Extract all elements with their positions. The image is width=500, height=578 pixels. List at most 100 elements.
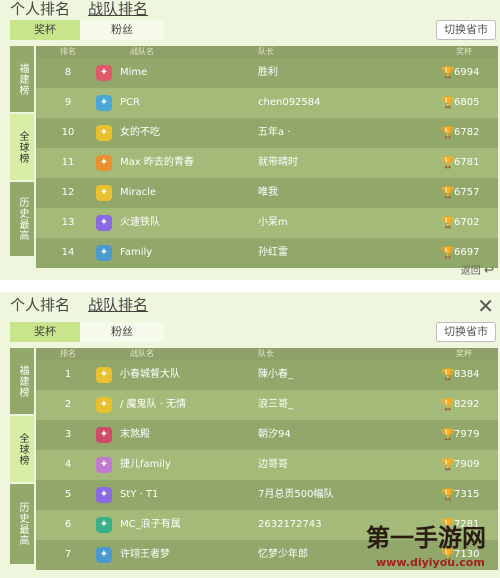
captain-cell: 胜利 bbox=[258, 67, 278, 78]
captain-cell: 边哥哥 bbox=[258, 459, 288, 470]
trophy-icon: 🏆 bbox=[441, 398, 455, 411]
table-row[interactable]: 1 ✦ 小春城督大队 陳小春_ 🏆 8384 bbox=[36, 360, 498, 390]
panel-divider bbox=[0, 280, 500, 292]
captain-cell: 2632172743 bbox=[258, 519, 322, 530]
table-row[interactable]: 11 ✦ Max 昨去的青春 就带晴时 🏆 6781 bbox=[36, 148, 498, 178]
col-rank: 排名 bbox=[60, 349, 76, 358]
col-captain: 队长 bbox=[258, 349, 274, 358]
tab-team-ranking[interactable]: 战队排名 bbox=[88, 296, 148, 314]
panel-header: 个人排名 战队排名 ✕ bbox=[0, 296, 500, 316]
subtab-trophy[interactable]: 奖杯 bbox=[10, 322, 80, 342]
table-row[interactable]: 12 ✦ Miracle 唯我 🏆 6757 bbox=[36, 178, 498, 208]
team-badge-icon: ✦ bbox=[96, 457, 112, 473]
trophy-icon: 🏆 bbox=[441, 96, 455, 109]
team-name-cell: StY · T1 bbox=[120, 489, 159, 500]
team-name-cell: 女的不吃 bbox=[120, 127, 160, 138]
trophy-icon: 🏆 bbox=[441, 186, 455, 199]
table-row[interactable]: 5 ✦ StY · T1 7月总贡500幅队 🏆 7315 bbox=[36, 480, 498, 510]
panel-header: 个人排名 战队排名 bbox=[0, 0, 500, 20]
rank-cell: 14 bbox=[61, 247, 75, 258]
captain-cell: 浪三哥_ bbox=[258, 399, 293, 410]
team-badge-icon: ✦ bbox=[96, 95, 112, 111]
table-header: 排名 战队名 队长 奖杯 bbox=[36, 348, 498, 360]
back-button[interactable]: 返回 ↩ bbox=[461, 262, 494, 277]
sidebar-item-history-best[interactable]: 历史最高 bbox=[10, 182, 34, 256]
tab-personal-ranking[interactable]: 个人排名 bbox=[10, 296, 70, 314]
subtab-fans[interactable]: 粉丝 bbox=[80, 322, 164, 342]
captain-cell: 朝汐94 bbox=[258, 429, 291, 440]
rank-cell: 9 bbox=[64, 97, 72, 108]
captain-cell: 陳小春_ bbox=[258, 369, 293, 380]
col-captain: 队长 bbox=[258, 47, 274, 56]
team-badge-icon: ✦ bbox=[96, 427, 112, 443]
team-badge-icon: ✦ bbox=[96, 487, 112, 503]
trophy-icon: 🏆 bbox=[441, 126, 455, 139]
rank-cell: 3 bbox=[64, 429, 72, 440]
team-badge-icon: ✦ bbox=[96, 517, 112, 533]
trophy-score-cell: 7979 bbox=[454, 429, 480, 440]
team-name-cell: 末煞殿 bbox=[120, 429, 150, 440]
switch-region-button[interactable]: 切换省市 bbox=[436, 20, 496, 40]
trophy-score-cell: 8292 bbox=[454, 399, 480, 410]
table-row[interactable]: 9 ✦ PCR chen092584 🏆 6805 bbox=[36, 88, 498, 118]
sidebar-item-global[interactable]: 全球榜 bbox=[10, 416, 34, 482]
col-rank: 排名 bbox=[60, 47, 76, 56]
rank-cell: 10 bbox=[61, 127, 75, 138]
trophy-icon: 🏆 bbox=[441, 246, 455, 259]
subtab-bar: 奖杯 粉丝 切换省市 bbox=[10, 20, 498, 40]
sidebar-item-fujian[interactable]: 福建榜 bbox=[10, 46, 34, 112]
captain-cell: 就带晴时 bbox=[258, 157, 298, 168]
team-badge-icon: ✦ bbox=[96, 397, 112, 413]
table-row[interactable]: 3 ✦ 末煞殿 朝汐94 🏆 7979 bbox=[36, 420, 498, 450]
team-name-cell: / 魔鬼队 · 无情 bbox=[120, 399, 187, 410]
sidebar-item-history-best[interactable]: 历史最高 bbox=[10, 484, 34, 564]
sidebar-item-global[interactable]: 全球榜 bbox=[10, 114, 34, 180]
table-row[interactable]: 4 ✦ 捷儿family 边哥哥 🏆 7909 bbox=[36, 450, 498, 480]
table-row[interactable]: 8 ✦ Mime 胜利 🏆 6994 bbox=[36, 58, 498, 88]
switch-region-button[interactable]: 切换省市 bbox=[436, 322, 496, 342]
team-badge-icon: ✦ bbox=[96, 245, 112, 261]
trophy-score-cell: 6757 bbox=[454, 187, 480, 198]
table-row[interactable]: 14 ✦ Family 孙红雷 🏆 6697 bbox=[36, 238, 498, 268]
trophy-icon: 🏆 bbox=[441, 458, 455, 471]
team-name-cell: 小春城督大队 bbox=[120, 369, 180, 380]
col-trophy: 奖杯 bbox=[456, 349, 472, 358]
captain-cell: 7月总贡500幅队 bbox=[258, 489, 334, 500]
team-name-cell: Mime bbox=[120, 67, 148, 78]
sidebar-item-fujian[interactable]: 福建榜 bbox=[10, 348, 34, 414]
team-name-cell: PCR bbox=[120, 97, 140, 108]
trophy-icon: 🏆 bbox=[441, 216, 455, 229]
trophy-icon: 🏆 bbox=[441, 156, 455, 169]
subtab-trophy[interactable]: 奖杯 bbox=[10, 20, 80, 40]
captain-cell: 忆梦少年郎 bbox=[258, 549, 308, 560]
col-trophy: 奖杯 bbox=[456, 47, 472, 56]
team-name-cell: Family bbox=[120, 247, 153, 258]
table-row[interactable]: 10 ✦ 女的不吃 五年a · 🏆 6782 bbox=[36, 118, 498, 148]
trophy-score-cell: 7909 bbox=[454, 459, 480, 470]
close-icon[interactable]: ✕ bbox=[477, 296, 494, 316]
trophy-score-cell: 6702 bbox=[454, 217, 480, 228]
table-row[interactable]: 2 ✦ / 魔鬼队 · 无情 浪三哥_ 🏆 8292 bbox=[36, 390, 498, 420]
captain-cell: 唯我 bbox=[258, 187, 278, 198]
team-name-cell: Miracle bbox=[120, 187, 157, 198]
team-name-cell: Max 昨去的青春 bbox=[120, 157, 194, 168]
team-badge-icon: ✦ bbox=[96, 215, 112, 231]
team-ranking-table: 排名 战队名 队长 奖杯 8 ✦ Mime 胜利 🏆 6994 9 ✦ PCR chen09258… bbox=[36, 46, 498, 268]
tab-team-ranking[interactable]: 战队排名 bbox=[88, 0, 148, 18]
table-row[interactable]: 13 ✦ 火速铁队 小呆m 🏆 6702 bbox=[36, 208, 498, 238]
team-badge-icon: ✦ bbox=[96, 547, 112, 563]
trophy-icon: 🏆 bbox=[441, 428, 455, 441]
team-badge-icon: ✦ bbox=[96, 367, 112, 383]
captain-cell: 五年a · bbox=[258, 127, 291, 138]
site-watermark: 第一手游网 www.diyiyou.com bbox=[366, 520, 496, 576]
tab-personal-ranking[interactable]: 个人排名 bbox=[10, 0, 70, 18]
subtab-fans[interactable]: 粉丝 bbox=[80, 20, 164, 40]
team-name-cell: 许翊王者梦 bbox=[120, 549, 170, 560]
trophy-icon: 🏆 bbox=[441, 488, 455, 501]
ranking-panel-top: 个人排名 战队排名 奖杯 粉丝 切换省市 福建榜 全球榜 历史最高 排名 战队名… bbox=[0, 0, 500, 280]
trophy-score-cell: 6994 bbox=[454, 67, 480, 78]
watermark-brand: 第一手游网 bbox=[366, 524, 486, 552]
trophy-score-cell: 6781 bbox=[454, 157, 480, 168]
rank-cell: 7 bbox=[64, 549, 72, 560]
team-badge-icon: ✦ bbox=[96, 185, 112, 201]
